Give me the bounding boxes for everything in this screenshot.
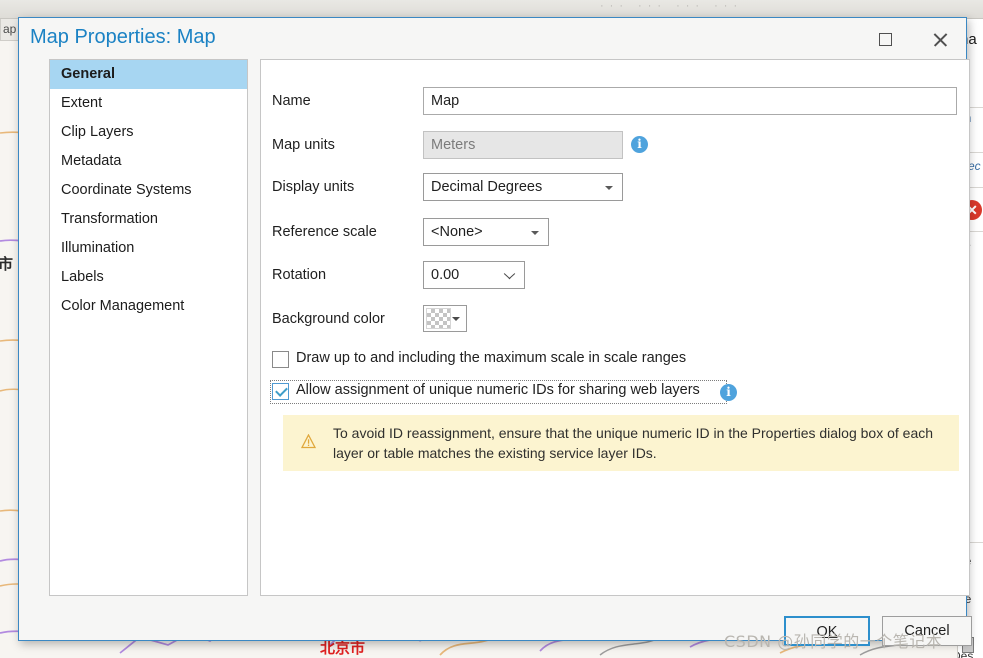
checkmark-icon [275,384,288,397]
sidebar-item-label: Metadata [61,153,122,169]
allow-unique-ids-checkbox-row[interactable]: Allow assignment of unique numeric IDs f… [270,380,727,404]
sidebar-item-metadata[interactable]: Metadata [50,147,247,176]
sidebar-item-label: Labels [61,269,104,285]
draw-max-scale-label: Draw up to and including the maximum sca… [296,350,687,366]
sidebar-item-label: Illumination [61,240,135,256]
map-units-info-icon[interactable]: i [631,136,648,153]
rotation-value: 0.00 [431,267,460,283]
sidebar-item-general[interactable]: General [50,60,247,89]
allow-unique-ids-checkbox[interactable] [272,383,289,400]
name-input[interactable]: Map [423,87,957,115]
map-label-city: 市 [0,255,14,273]
dialog-sidebar: General Extent Clip Layers Metadata Coor… [49,59,248,596]
rotation-dropdown[interactable]: 0.00 [423,261,525,289]
chevron-down-icon [605,186,613,190]
name-label: Name [272,93,311,109]
watermark: CSDN @孙同学的一个笔记本 [724,632,943,651]
draw-max-scale-checkbox-row[interactable]: Draw up to and including the maximum sca… [272,350,732,372]
close-button[interactable] [919,24,961,54]
sidebar-item-label: General [61,66,115,82]
sidebar-item-label: Coordinate Systems [61,182,192,198]
sidebar-item-labels[interactable]: Labels [50,263,247,292]
dialog-title: Map Properties: Map [30,26,216,48]
reference-scale-label: Reference scale [272,224,377,240]
background-top-strip-text: ··· ··· ··· ··· [600,0,744,12]
reference-scale-value: <None> [431,224,483,240]
display-units-dropdown[interactable]: Decimal Degrees [423,173,623,201]
reference-scale-dropdown[interactable]: <None> [423,218,549,246]
sidebar-item-label: Transformation [61,211,158,227]
sidebar-item-label: Extent [61,95,103,111]
rotation-label: Rotation [272,267,327,283]
sidebar-item-label: Clip Layers [61,124,134,140]
allow-unique-ids-label: Allow assignment of unique numeric IDs f… [296,382,700,398]
background-color-label: Background color [272,311,385,327]
warning-banner: To avoid ID reassignment, ensure that th… [283,415,959,471]
sidebar-item-clip-layers[interactable]: Clip Layers [50,118,247,147]
dialog-title-bar: Map Properties: Map [19,18,966,60]
map-properties-dialog: Map Properties: Map General Extent Clip … [18,17,972,646]
map-units-value: Meters [423,131,623,159]
display-units-label: Display units [272,179,355,195]
chevron-down-icon [504,271,515,282]
sidebar-item-color-management[interactable]: Color Management [50,292,247,321]
dialog-content-panel: Name Map Map units Meters i Display unit… [260,59,970,596]
close-icon [932,32,948,48]
warning-icon [301,434,316,449]
map-units-label: Map units [272,137,335,153]
sidebar-item-illumination[interactable]: Illumination [50,234,247,263]
chevron-down-icon [531,231,539,235]
maximize-icon [879,33,892,46]
display-units-value: Decimal Degrees [431,179,543,195]
sidebar-item-transformation[interactable]: Transformation [50,205,247,234]
warning-text: To avoid ID reassignment, ensure that th… [333,425,934,461]
chevron-down-icon [452,317,460,321]
color-swatch-icon [426,308,451,329]
sidebar-item-coordinate-systems[interactable]: Coordinate Systems [50,176,247,205]
allow-unique-ids-info-icon[interactable]: i [720,384,737,401]
draw-max-scale-checkbox[interactable] [272,351,289,368]
sidebar-item-extent[interactable]: Extent [50,89,247,118]
sidebar-item-label: Color Management [61,298,185,314]
maximize-button[interactable] [865,24,907,54]
background-color-picker[interactable] [423,305,467,332]
